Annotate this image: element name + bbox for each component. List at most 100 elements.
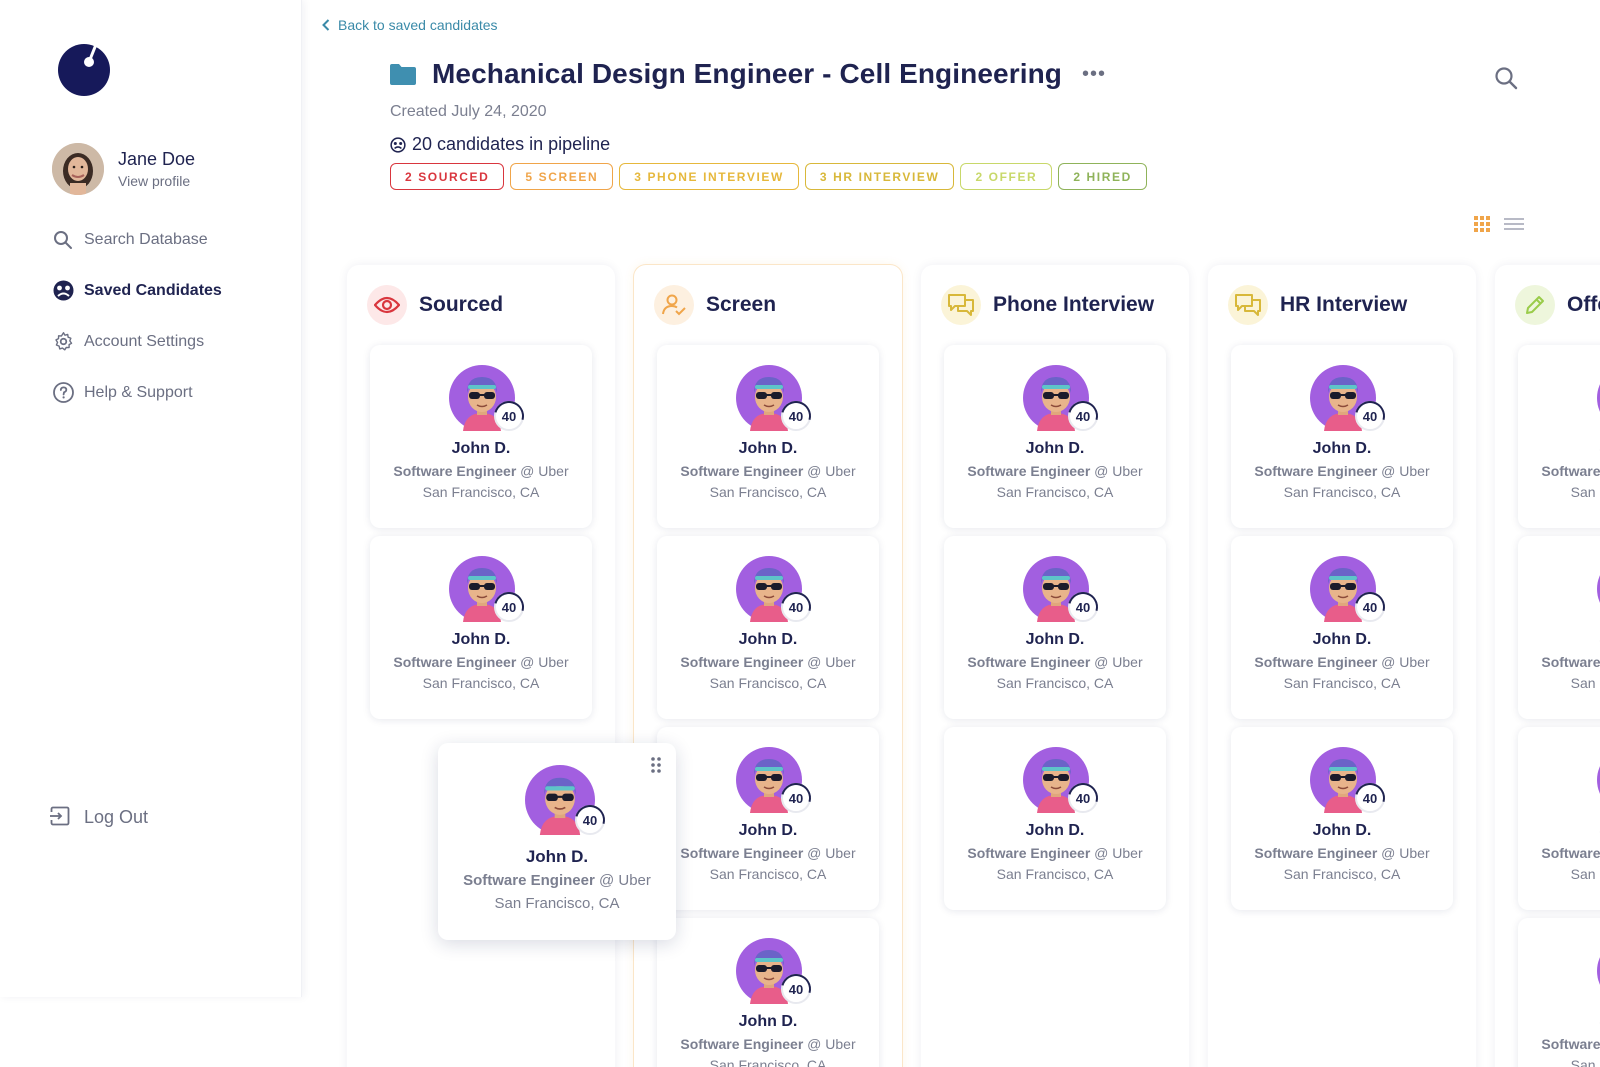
column-title: Offer (1567, 293, 1600, 316)
stage-chip-phone-interview[interactable]: 3 PHONE INTERVIEW (619, 163, 799, 190)
user-profile[interactable]: Jane Doe View profile (52, 143, 195, 195)
candidate-company: @ Uber (1094, 463, 1143, 479)
candidate-location: San Francisco, CA (709, 675, 827, 691)
candidate-company: @ Uber (1381, 654, 1430, 670)
candidate-location: San Francisco, CA (1283, 866, 1401, 882)
candidate-score-badge: 40 (781, 592, 811, 622)
candidate-name: John D. (738, 631, 798, 648)
candidate-name: John D. (1312, 822, 1372, 839)
candidate-card[interactable]: 40 John D. Software Engineer @ Uber San … (657, 918, 879, 1067)
dragged-candidate-card[interactable]: 40 John D. Software Engineer @ Uber San … (438, 743, 676, 940)
candidate-card[interactable]: 40 John D. Software Engineer @ Uber San … (1518, 536, 1600, 719)
candidate-score-badge: 40 (1355, 783, 1385, 813)
candidate-role: Software Engineer @ Uber (1231, 463, 1453, 479)
candidate-card[interactable]: 40 John D. Software Engineer @ Uber San … (944, 536, 1166, 719)
candidate-card[interactable]: 40 John D. Software Engineer @ Uber San … (657, 727, 879, 910)
candidate-card[interactable]: 40 John D. Software Engineer @ Uber San … (944, 727, 1166, 910)
candidate-score-badge: 40 (494, 401, 524, 431)
candidate-location: San Francisco, CA (996, 866, 1114, 882)
candidate-location: San Francisco, CA (1283, 675, 1401, 691)
gear-icon (52, 331, 74, 353)
created-date: Created July 24, 2020 (390, 103, 547, 120)
candidate-name: John D. (738, 1013, 798, 1030)
candidate-location: San Francisco, CA (1570, 675, 1600, 691)
candidate-card[interactable]: 40 John D. Software Engineer @ Uber San … (1231, 727, 1453, 910)
candidate-role: Software Engineer @ Uber (1518, 1036, 1600, 1052)
stage-chip-hr-interview[interactable]: 3 HR INTERVIEW (804, 163, 955, 190)
nav-item-help-support[interactable]: Help & Support (52, 367, 222, 418)
candidate-location: San Francisco, CA (709, 1057, 827, 1067)
candidate-name: John D. (1518, 1013, 1600, 1031)
candidate-score-badge: 40 (494, 592, 524, 622)
stage-chip-sourced[interactable]: 2 SOURCED (390, 163, 505, 190)
candidate-company: @ Uber (807, 1036, 856, 1052)
candidate-company: @ Uber (1094, 654, 1143, 670)
page-title: Mechanical Design Engineer - Cell Engine… (432, 58, 1062, 89)
candidate-card[interactable]: 40 John D. Software Engineer @ Uber San … (1231, 345, 1453, 528)
candidate-title: Software Engineer (393, 463, 517, 479)
stage-chip-screen[interactable]: 5 SCREEN (510, 163, 614, 190)
view-profile-link[interactable]: View profile (118, 173, 195, 189)
stage-chips: 2 SOURCED 5 SCREEN 3 PHONE INTERVIEW 3 H… (390, 163, 1147, 190)
chevron-left-icon (322, 19, 330, 31)
person-check-icon (654, 285, 694, 325)
chat-icon (1228, 285, 1268, 325)
candidate-score-badge: 40 (781, 401, 811, 431)
candidate-score-badge: 40 (781, 974, 811, 1004)
candidates-icon (390, 136, 406, 153)
candidate-role: Software Engineer @ Uber (944, 463, 1166, 479)
search-icon[interactable] (1494, 66, 1518, 90)
candidate-name: John D. (525, 847, 589, 866)
saved-candidates-icon (52, 280, 74, 302)
candidate-name: John D. (1518, 440, 1600, 458)
candidate-card[interactable]: 40 John D. Software Engineer @ Uber San … (657, 536, 879, 719)
nav-item-search-database[interactable]: Search Database (52, 214, 222, 265)
candidate-company: @ Uber (807, 463, 856, 479)
nav-item-account-settings[interactable]: Account Settings (52, 316, 222, 367)
candidate-role: Software Engineer @ Uber (1518, 654, 1600, 670)
logout-button[interactable]: Log Out (50, 806, 148, 828)
stage-chip-offer[interactable]: 2 OFFER (960, 163, 1053, 190)
candidate-score-badge: 40 (1355, 401, 1385, 431)
list-view-icon[interactable] (1504, 216, 1524, 232)
eye-icon (367, 285, 407, 325)
candidate-card[interactable]: 40 John D. Software Engineer @ Uber San … (370, 345, 592, 528)
candidate-card[interactable]: 40 John D. Software Engineer @ Uber San … (1518, 345, 1600, 528)
candidate-title: Software Engineer (1541, 654, 1600, 670)
candidate-card[interactable]: 40 John D. Software Engineer @ Uber San … (1518, 918, 1600, 1067)
candidate-card[interactable]: 40 John D. Software Engineer @ Uber San … (1518, 727, 1600, 910)
candidate-score-badge: 40 (1068, 401, 1098, 431)
candidate-location: San Francisco, CA (1570, 1057, 1600, 1067)
candidate-title: Software Engineer (680, 654, 804, 670)
column-header: HR Interview (1228, 285, 1407, 325)
candidate-location: San Francisco, CA (494, 895, 620, 912)
back-link[interactable]: Back to saved candidates (322, 17, 498, 33)
candidate-name: John D. (738, 822, 798, 839)
nav-item-saved-candidates[interactable]: Saved Candidates (52, 265, 222, 316)
nav-item-label: Account Settings (84, 332, 205, 350)
candidate-card[interactable]: 40 John D. Software Engineer @ Uber San … (370, 536, 592, 719)
candidate-title: Software Engineer (1254, 654, 1378, 670)
candidate-score-badge: 40 (575, 805, 605, 835)
grid-view-icon[interactable] (1474, 216, 1490, 232)
more-options-button[interactable]: ••• (1082, 63, 1106, 86)
pencil-icon (1515, 285, 1555, 325)
candidate-score-badge: 40 (1068, 783, 1098, 813)
candidate-card[interactable]: 40 John D. Software Engineer @ Uber San … (1231, 536, 1453, 719)
column-header: Sourced (367, 285, 503, 325)
candidate-company: @ Uber (520, 463, 569, 479)
candidate-card[interactable]: 40 John D. Software Engineer @ Uber San … (944, 345, 1166, 528)
candidate-location: San Francisco, CA (1570, 866, 1600, 882)
candidate-card[interactable]: 40 John D. Software Engineer @ Uber San … (657, 345, 879, 528)
stage-chip-hired[interactable]: 2 HIRED (1058, 163, 1147, 190)
candidate-role: Software Engineer @ Uber (657, 463, 879, 479)
candidate-role: Software Engineer @ Uber (438, 872, 676, 889)
candidate-name: John D. (1025, 822, 1085, 839)
candidate-title: Software Engineer (1254, 463, 1378, 479)
candidate-company: @ Uber (1381, 463, 1430, 479)
drag-handle-icon[interactable] (650, 757, 662, 773)
nav-item-label: Help & Support (84, 383, 193, 401)
candidate-role: Software Engineer @ Uber (1231, 845, 1453, 861)
logo-icon[interactable] (57, 43, 111, 97)
candidate-name: John D. (738, 440, 798, 457)
